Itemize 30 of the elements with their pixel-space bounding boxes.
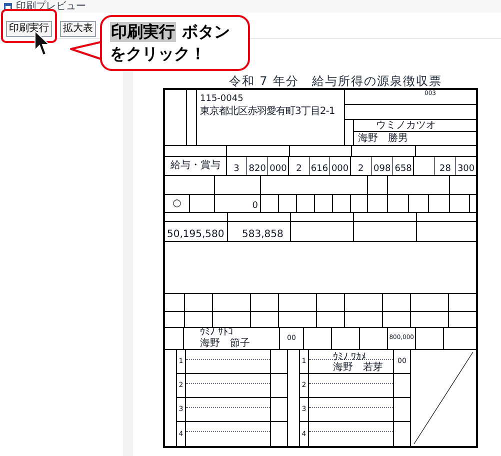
name-kana: ウミノカツオ xyxy=(376,120,436,131)
amount-digits: 300 xyxy=(457,162,475,175)
amount-digits: 2 xyxy=(358,162,364,175)
person-name: 海野 節子 xyxy=(200,338,251,349)
amount-digits: 820 xyxy=(248,162,266,175)
income-type: 給与・賞与 xyxy=(170,158,220,174)
amount-digits: 000 xyxy=(270,162,287,175)
name-kana: ｳﾐﾉ ｻﾄｺ xyxy=(200,328,234,338)
amount-digits: 2 xyxy=(296,162,302,175)
toolbar-button[interactable]: 拡大表 xyxy=(60,20,96,36)
toolbar-button[interactable]: 印刷実行 xyxy=(6,20,52,36)
name-kana: ｳﾐﾉ ﾜｶﾒ xyxy=(333,352,366,363)
deduction-amount: 0 xyxy=(252,200,258,212)
amount-value: 50,195,580 xyxy=(167,229,224,240)
form-title: 令和 7 年分 給与所得の源泉徴収票 xyxy=(228,74,444,88)
amount-digits: 3 xyxy=(234,162,240,175)
amount-value: 583,858 xyxy=(241,229,284,240)
spouse-mark: ○ xyxy=(172,197,182,212)
amount-digits: 658 xyxy=(394,162,412,175)
amount-digits: 28 xyxy=(439,162,451,175)
person-name: 海野 若芽 xyxy=(333,362,383,373)
highlighted-label: 印刷実行 xyxy=(110,22,176,42)
callout-text: ボタン xyxy=(182,22,230,42)
callout-text: をクリック！ xyxy=(110,44,207,64)
person-name: 海野 勝男 xyxy=(358,133,408,144)
postal-code: 115-0045 xyxy=(200,94,244,104)
amount-digits: 616 xyxy=(310,162,328,175)
amount-digits: 098 xyxy=(374,162,391,175)
amount-digits: 000 xyxy=(331,162,349,175)
address: 東京都北区赤羽愛有町3丁目2-1 xyxy=(200,106,336,117)
